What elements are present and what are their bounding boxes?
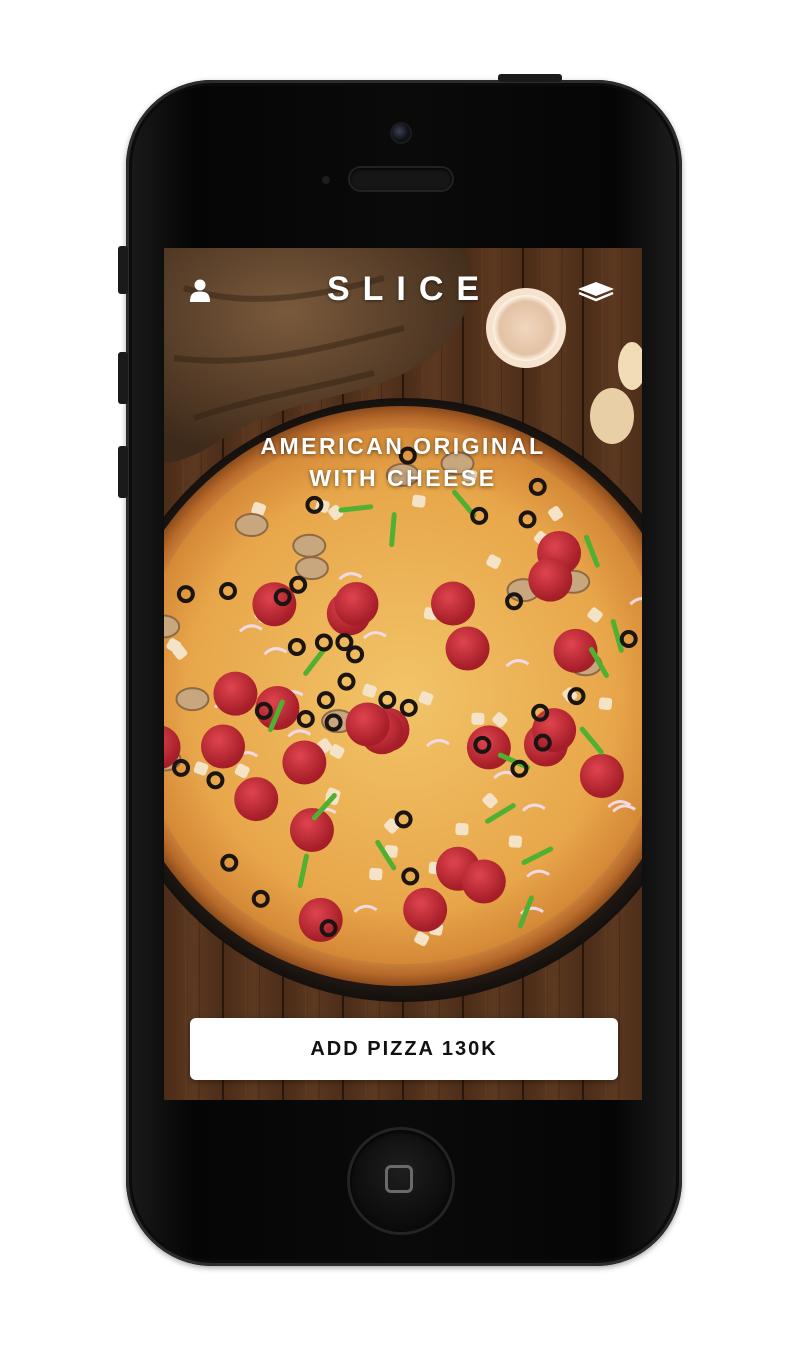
pizza-photo bbox=[164, 248, 642, 1100]
top-bar: SLICE bbox=[164, 248, 642, 338]
app-logo: SLICE bbox=[326, 270, 493, 308]
home-button[interactable] bbox=[350, 1130, 452, 1232]
pizza-title: AMERICAN ORIGINAL WITH CHEESE bbox=[164, 430, 642, 494]
volume-up-button bbox=[118, 352, 128, 404]
front-camera bbox=[392, 124, 410, 142]
app-screen: SLICE AMERICAN ORIGINAL WITH CHEESE ADD … bbox=[164, 248, 642, 1100]
proximity-sensor bbox=[322, 176, 330, 184]
earpiece-speaker bbox=[350, 168, 452, 190]
home-square-icon bbox=[385, 1165, 413, 1193]
volume-down-button bbox=[118, 446, 128, 498]
mute-switch bbox=[118, 246, 128, 294]
add-pizza-button[interactable]: ADD PIZZA 130K bbox=[190, 1018, 618, 1080]
pizza-title-line-1: AMERICAN ORIGINAL bbox=[260, 433, 546, 459]
power-button bbox=[498, 74, 562, 82]
layers-icon[interactable] bbox=[576, 280, 616, 302]
pizza-title-line-2: WITH CHEESE bbox=[309, 465, 497, 491]
